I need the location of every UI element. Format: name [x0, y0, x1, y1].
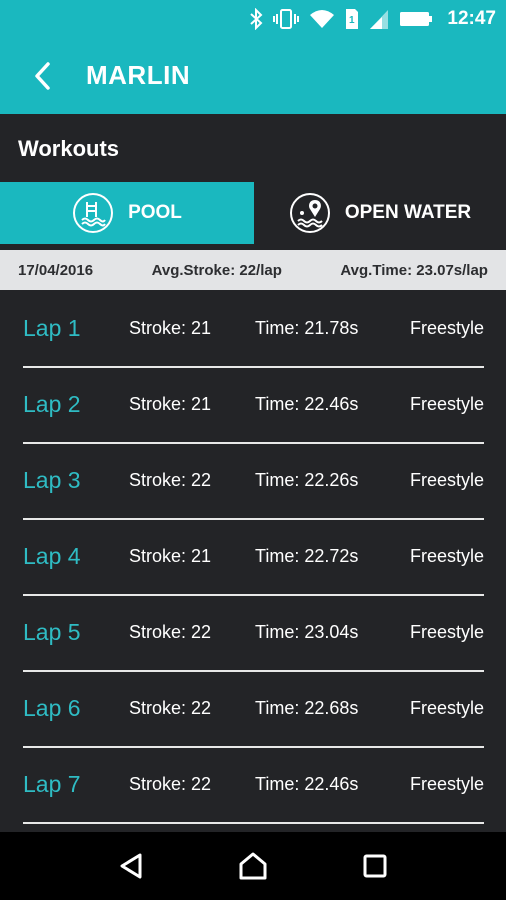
open-water-location-icon	[289, 193, 330, 233]
lap-style: Freestyle	[409, 774, 484, 794]
tab-pool-label: POOL	[128, 202, 182, 223]
lap-style: Freestyle	[409, 394, 484, 414]
list-item[interactable]: Lap 2 Stroke: 21 Time: 22.46s Freestyle	[0, 368, 506, 444]
nav-home-button[interactable]	[233, 846, 273, 886]
svg-text:1: 1	[349, 15, 355, 26]
status-time: 12:47	[447, 8, 496, 29]
system-nav-bar	[0, 832, 506, 900]
lap-time: Time: 22.68s	[255, 698, 359, 718]
lap-style: Freestyle	[409, 470, 484, 490]
lap-list[interactable]: Lap 1 Stroke: 21 Time: 21.78s Freestyle …	[0, 292, 506, 832]
lap-label: Lap 1	[23, 315, 81, 341]
lap-style: Freestyle	[409, 698, 484, 718]
lap-label: Lap 2	[23, 391, 81, 417]
divider	[23, 822, 484, 824]
vibrate-icon	[273, 9, 300, 29]
lap-style: Freestyle	[409, 318, 484, 338]
section-header: Workouts	[0, 114, 506, 182]
lap-stroke: Stroke: 22	[129, 622, 212, 642]
list-item[interactable]: Lap 3 Stroke: 22 Time: 22.26s Freestyle	[0, 444, 506, 520]
wifi-icon	[310, 10, 335, 28]
home-nav-icon	[239, 852, 267, 880]
list-item[interactable]: Lap 5 Stroke: 22 Time: 23.04s Freestyle	[0, 596, 506, 672]
lap-label: Lap 6	[23, 695, 81, 721]
pool-icon	[73, 193, 114, 233]
section-title: Workouts	[18, 136, 120, 161]
avg-stroke: Avg.Stroke: 22/lap	[151, 261, 282, 279]
tab-open-water-label: OPEN WATER	[344, 202, 472, 223]
lap-label: Lap 7	[23, 771, 81, 797]
list-item[interactable]: Lap 1 Stroke: 21 Time: 21.78s Freestyle	[0, 292, 506, 368]
lap-time: Time: 22.26s	[255, 470, 359, 490]
workout-date: 17/04/2016	[18, 261, 94, 279]
chevron-left-icon	[35, 62, 50, 90]
workout-summary: 17/04/2016 Avg.Stroke: 22/lap Avg.Time: …	[0, 250, 506, 290]
workout-tabs: POOL OPEN WATER	[0, 182, 506, 244]
list-item[interactable]: Lap 7 Stroke: 22 Time: 22.46s Freestyle	[0, 748, 506, 824]
app-bar: MARLIN	[0, 38, 506, 114]
recents-nav-icon	[363, 854, 387, 878]
lap-time: Time: 22.72s	[255, 546, 359, 566]
lap-stroke: Stroke: 21	[129, 394, 212, 414]
lap-time: Time: 23.04s	[255, 622, 359, 642]
bluetooth-icon	[250, 8, 263, 30]
lap-label: Lap 5	[23, 619, 81, 645]
list-item[interactable]: Lap 6 Stroke: 22 Time: 22.68s Freestyle	[0, 672, 506, 748]
tab-pool[interactable]: POOL	[0, 182, 254, 244]
lap-style: Freestyle	[409, 622, 484, 642]
tab-open-water[interactable]: OPEN WATER	[254, 182, 506, 244]
list-item[interactable]: Lap 4 Stroke: 21 Time: 22.72s Freestyle	[0, 520, 506, 596]
lap-stroke: Stroke: 22	[129, 698, 212, 718]
lap-stroke: Stroke: 21	[129, 318, 212, 338]
lap-stroke: Stroke: 22	[129, 774, 212, 794]
lap-label: Lap 3	[23, 467, 81, 493]
avg-time: Avg.Time: 23.07s/lap	[340, 261, 488, 279]
lap-time: Time: 22.46s	[255, 394, 359, 414]
nav-recents-button[interactable]	[355, 846, 395, 886]
back-button[interactable]	[24, 58, 60, 94]
status-icons: 1 12:47	[249, 6, 496, 32]
app-title: MARLIN	[86, 60, 191, 90]
lap-stroke: Stroke: 21	[129, 546, 212, 566]
lap-stroke: Stroke: 22	[129, 470, 212, 490]
lap-time: Time: 21.78s	[255, 318, 359, 338]
sim-icon: 1	[346, 9, 359, 29]
signal-icon	[370, 10, 389, 29]
lap-label: Lap 4	[23, 543, 81, 569]
status-bar: 1 12:47	[0, 0, 506, 38]
lap-style: Freestyle	[409, 546, 484, 566]
battery-icon	[400, 12, 433, 26]
back-nav-icon	[120, 853, 142, 879]
nav-back-button[interactable]	[111, 846, 151, 886]
lap-time: Time: 22.46s	[255, 774, 359, 794]
